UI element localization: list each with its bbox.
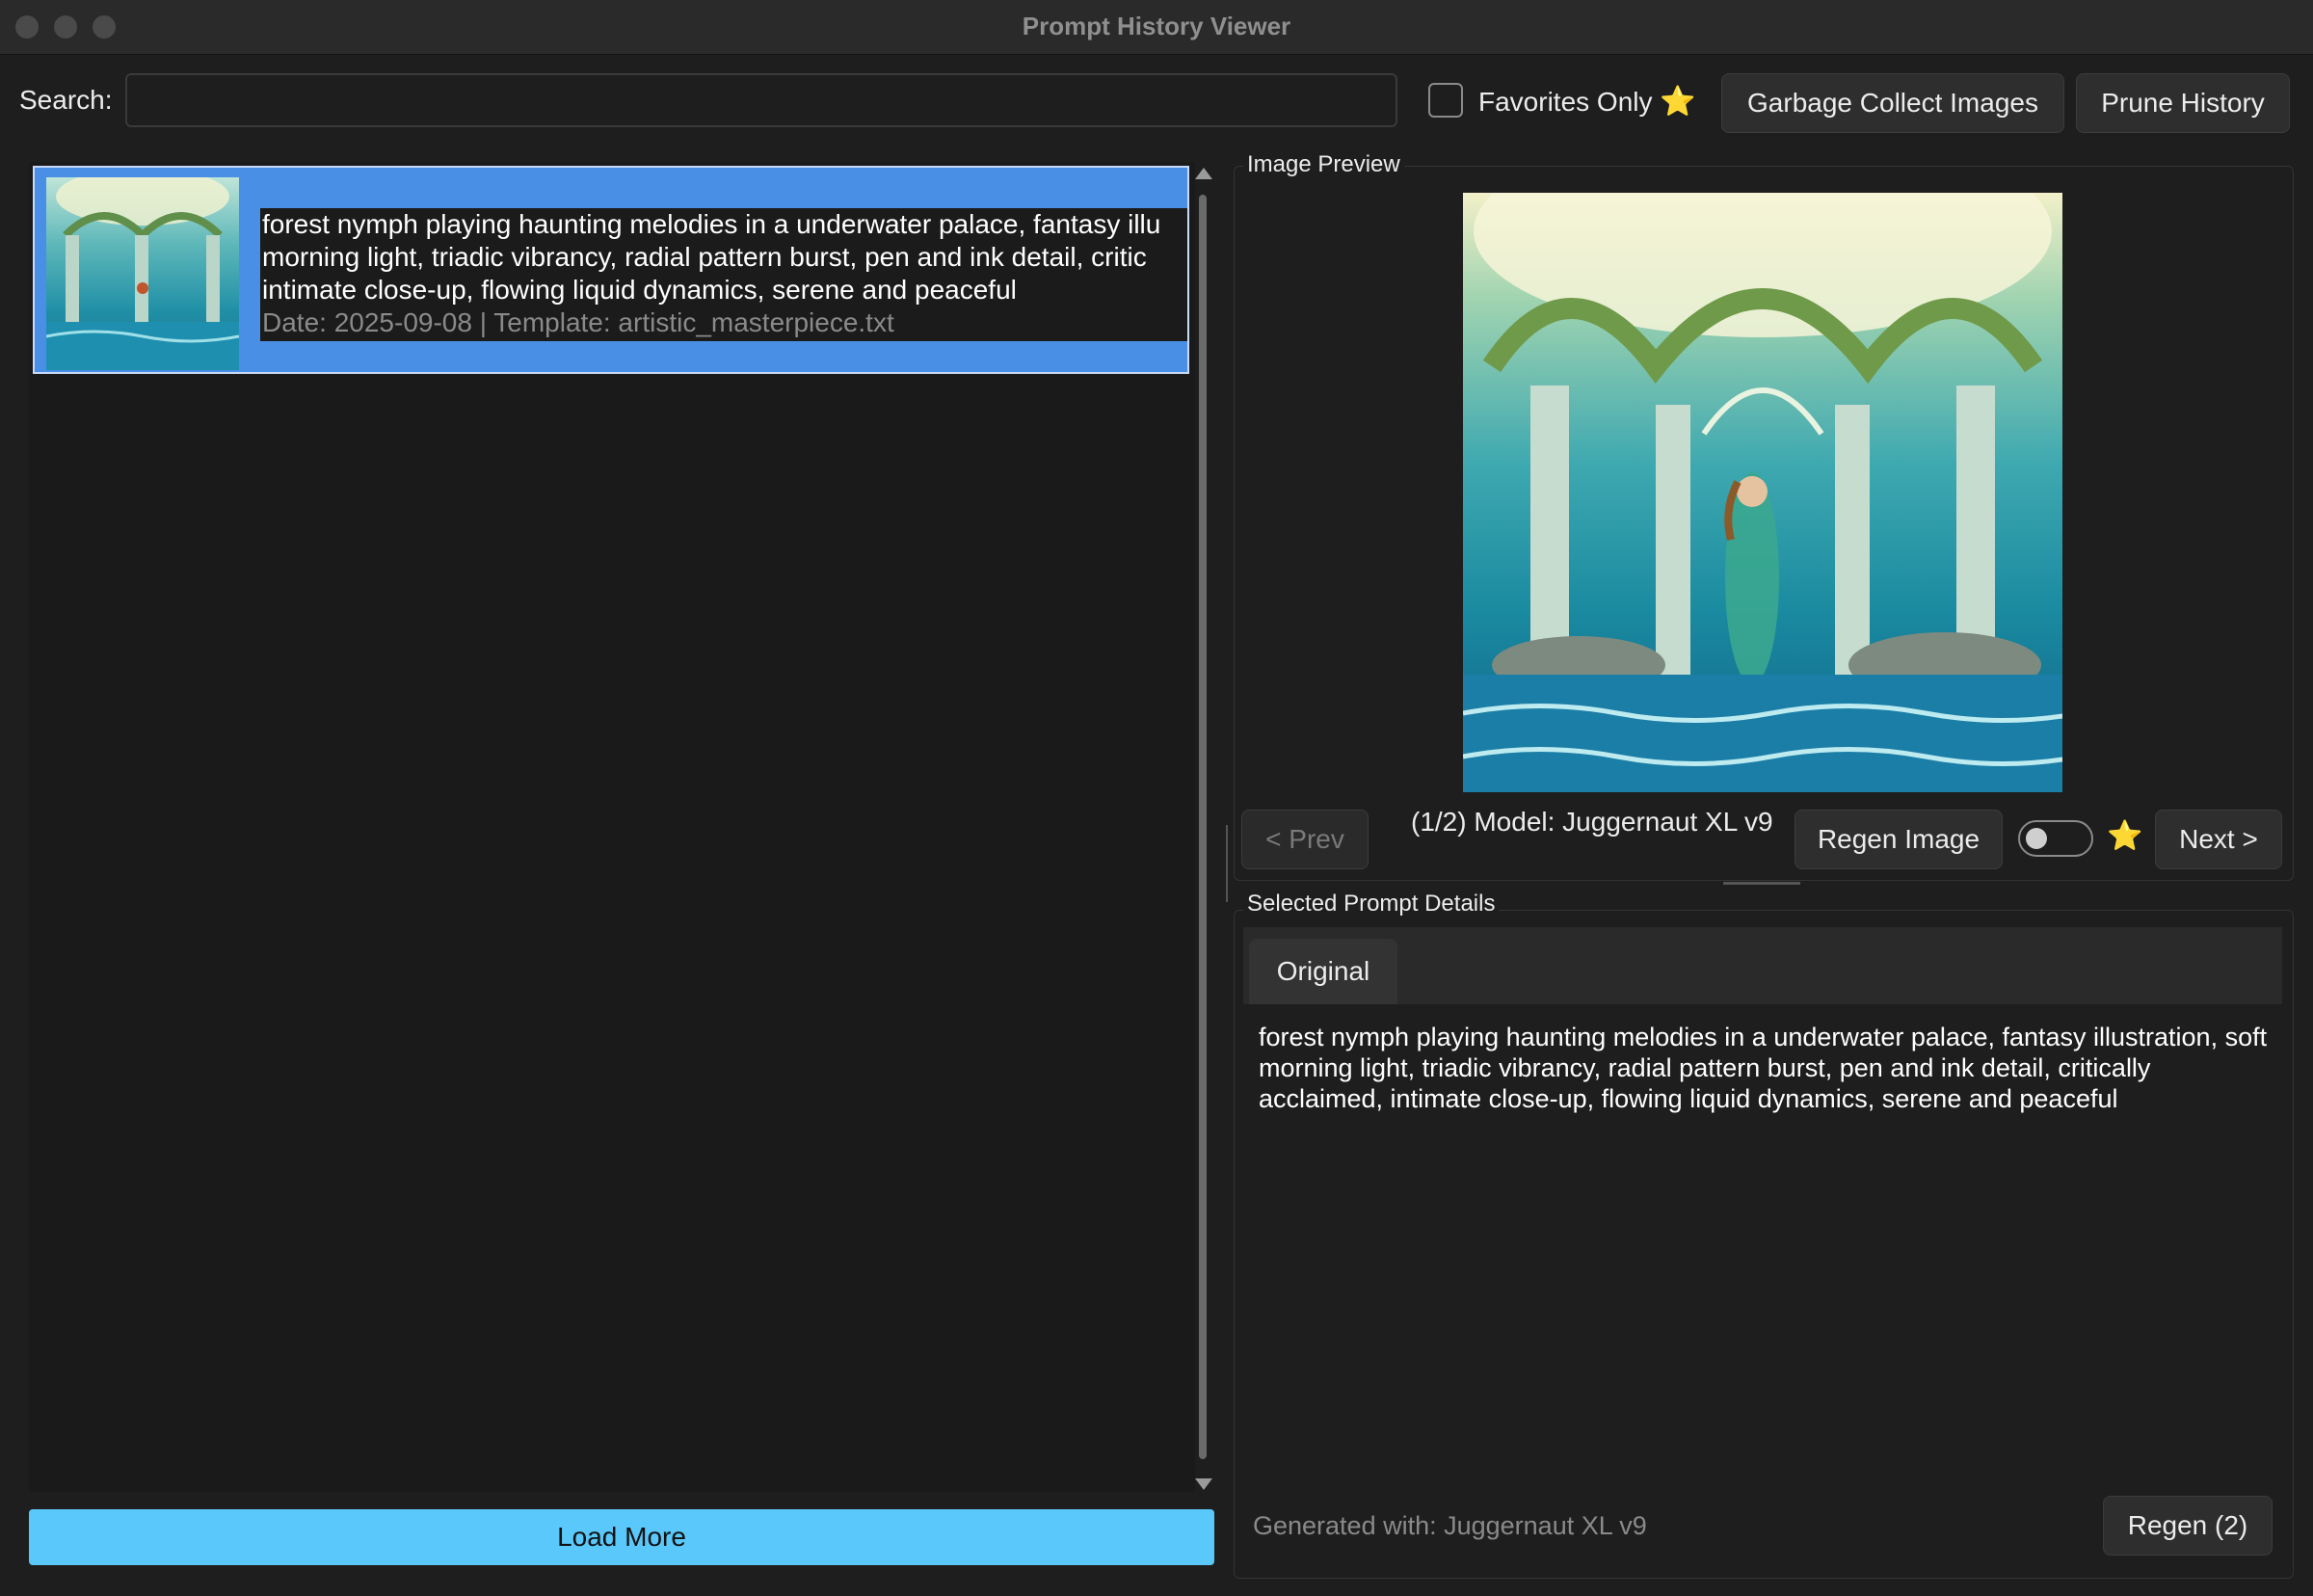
tab-original[interactable]: Original [1249,939,1397,1004]
generated-with-label: Generated with: Juggernaut XL v9 [1253,1511,1647,1540]
app-window: Prompt History Viewer Search: Favorites … [0,0,2313,1596]
history-item-prompt-line: intimate close-up, flowing liquid dynami… [262,275,1017,305]
history-list: forest nymph playing haunting melodies i… [29,162,1195,1492]
prompt-details-group [1234,910,2294,1579]
image-preview-title: Image Preview [1243,151,1404,178]
history-thumbnail [46,177,239,370]
next-image-button[interactable]: Next > [2155,810,2282,869]
image-preview [1463,193,2062,792]
preview-art [1463,193,2062,792]
prev-image-button[interactable]: < Prev [1241,810,1369,869]
favorites-only-text: Favorites Only [1478,87,1653,117]
regen-count-button[interactable]: Regen (2) [2103,1496,2273,1556]
horizontal-splitter-handle[interactable] [1723,882,1800,885]
regen-image-button[interactable]: Regen Image [1795,810,2003,869]
toggle-knob [2026,828,2047,849]
garbage-collect-images-button[interactable]: Garbage Collect Images [1721,73,2064,133]
prompt-details-text: forest nymph playing haunting melodies i… [1259,1023,2268,1113]
history-item-prompt-line: morning light, triadic vibrancy, radial … [262,242,1147,272]
history-item-prompt-line: forest nymph playing haunting melodies i… [262,209,1161,239]
details-tabbar: Original [1243,927,2282,1004]
star-icon: ⭐ [1660,86,1696,118]
star-icon: ⭐ [2107,820,2143,852]
prompt-details-title: Selected Prompt Details [1243,891,1500,918]
scroll-down-arrow-icon[interactable] [1195,1478,1212,1490]
load-more-button[interactable]: Load More [29,1509,1214,1565]
history-list-item[interactable]: forest nymph playing haunting melodies i… [33,166,1189,374]
image-model-info: (1/2) Model: Juggernaut XL v9 [1411,807,1773,837]
search-label: Search: [19,85,113,115]
scroll-thumb[interactable] [1199,195,1207,1459]
window-title: Prompt History Viewer [1022,12,1291,40]
search-input[interactable] [125,73,1397,127]
favorite-toggle[interactable] [2018,820,2093,857]
thumbnail-art [46,177,239,370]
scroll-up-arrow-icon[interactable] [1195,168,1212,179]
vertical-splitter-handle[interactable] [1226,825,1228,902]
history-item-text: forest nymph playing haunting melodies i… [260,208,1187,341]
favorites-only-label[interactable]: Favorites Only ⭐ [1478,85,1696,119]
history-item-meta: Date: 2025-09-08 | Template: artistic_ma… [262,307,894,337]
history-scrollbar[interactable] [1193,166,1212,1492]
title-bar: Prompt History Viewer [0,0,2313,55]
prune-history-button[interactable]: Prune History [2076,73,2290,133]
favorites-only-checkbox[interactable] [1428,83,1463,118]
